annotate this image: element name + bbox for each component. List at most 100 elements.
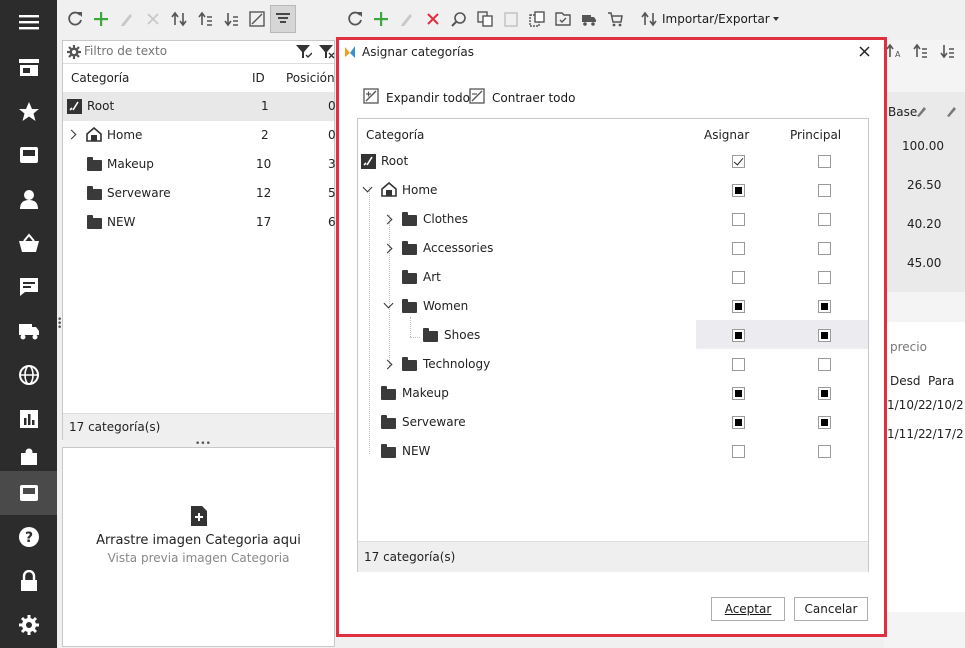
assign-checkbox[interactable] <box>732 329 745 342</box>
customer-icon[interactable] <box>0 177 57 221</box>
column-header-id[interactable]: ID <box>252 71 265 85</box>
assign-row-new[interactable]: NEW <box>358 437 868 466</box>
refresh-icon[interactable] <box>62 5 88 33</box>
delete-icon[interactable] <box>140 5 166 33</box>
filter-toggle-icon[interactable] <box>270 5 296 33</box>
basket-icon[interactable] <box>0 221 57 265</box>
principal-checkbox[interactable] <box>818 271 831 284</box>
settings-gear-icon[interactable] <box>0 603 57 647</box>
tree-row-home[interactable]: Home 2 0 <box>63 121 336 150</box>
column-header-category[interactable]: Categoría <box>71 71 129 85</box>
expand-all-button[interactable]: Expandir todo <box>363 88 470 107</box>
globe-icon[interactable] <box>0 353 57 397</box>
collapse-all-button[interactable]: Contraer todo <box>469 88 575 107</box>
principal-checkbox[interactable] <box>818 213 831 226</box>
chevron-right-icon[interactable] <box>382 243 393 254</box>
assign-row-root[interactable]: Root <box>358 147 868 176</box>
assign-row-home[interactable]: Home <box>358 176 868 205</box>
close-icon[interactable] <box>859 46 870 60</box>
move-down-icon[interactable] <box>939 43 955 62</box>
hamburger-menu-icon[interactable] <box>0 0 57 44</box>
image-drop-panel[interactable]: Arrastre imagen Categoria aqui Vista pre… <box>62 447 335 647</box>
principal-checkbox[interactable] <box>818 300 831 313</box>
lock-icon[interactable] <box>0 559 57 603</box>
puzzle-icon[interactable] <box>0 441 57 471</box>
filter-clear-icon[interactable] <box>319 45 335 62</box>
chevron-right-icon[interactable] <box>66 129 77 140</box>
para-column-header[interactable]: Para <box>928 374 954 388</box>
star-icon[interactable] <box>0 89 57 133</box>
image-edit-icon[interactable] <box>244 5 270 33</box>
search-icon[interactable] <box>446 5 472 33</box>
chevron-right-icon[interactable] <box>382 359 393 370</box>
duplicate-icon[interactable] <box>524 5 550 33</box>
assign-checkbox[interactable] <box>732 213 745 226</box>
principal-checkbox[interactable] <box>818 242 831 255</box>
assign-checkbox[interactable] <box>732 358 745 371</box>
categories-icon[interactable] <box>0 471 57 515</box>
desd-column-header[interactable]: Desd <box>890 374 921 388</box>
import-export-menu[interactable]: Importar/Exportar <box>662 12 779 26</box>
add-icon[interactable] <box>88 5 114 33</box>
chevron-right-icon[interactable] <box>382 214 393 225</box>
paste-icon[interactable] <box>498 5 524 33</box>
cancel-button[interactable]: Cancelar <box>794 597 868 621</box>
move-up-icon[interactable] <box>192 5 218 33</box>
add-icon[interactable] <box>368 5 394 33</box>
help-icon[interactable]: ? <box>0 515 57 559</box>
principal-checkbox[interactable] <box>818 387 831 400</box>
assign-row-technology[interactable]: Technology <box>358 350 868 379</box>
assign-checkbox[interactable] <box>732 155 745 168</box>
delete-icon[interactable] <box>420 5 446 33</box>
assign-checkbox[interactable] <box>732 242 745 255</box>
gear-icon[interactable] <box>67 45 81 62</box>
move-up-icon[interactable] <box>912 43 928 62</box>
principal-checkbox[interactable] <box>818 329 831 342</box>
assign-checkbox[interactable] <box>732 416 745 429</box>
edit-icon[interactable] <box>114 5 140 33</box>
truck-check-icon[interactable] <box>576 5 602 33</box>
tree-row-serveware[interactable]: Serveware 12 5 <box>63 179 336 208</box>
assign-checkbox[interactable] <box>732 184 745 197</box>
tree-row-makeup[interactable]: Makeup 10 3 <box>63 150 336 179</box>
assign-row-shoes[interactable]: Shoes <box>358 321 868 350</box>
pencil-icon[interactable] <box>946 105 958 120</box>
assign-row-makeup[interactable]: Makeup <box>358 379 868 408</box>
assign-row-art[interactable]: Art <box>358 263 868 292</box>
text-filter-input[interactable] <box>84 43 284 59</box>
principal-checkbox[interactable] <box>818 358 831 371</box>
column-header-principal[interactable]: Principal <box>790 128 841 142</box>
assign-category-icon[interactable] <box>550 5 576 33</box>
chevron-down-icon[interactable] <box>362 182 373 193</box>
column-header-assign[interactable]: Asignar <box>704 128 749 142</box>
assign-row-serveware[interactable]: Serveware <box>358 408 868 437</box>
inbox-icon[interactable] <box>0 133 57 177</box>
assign-checkbox[interactable] <box>732 445 745 458</box>
filter-apply-icon[interactable] <box>296 45 313 62</box>
principal-checkbox[interactable] <box>818 155 831 168</box>
assign-row-women[interactable]: Women <box>358 292 868 321</box>
store-icon[interactable] <box>0 45 57 89</box>
sort-az-icon[interactable]: A <box>886 43 902 62</box>
edit-icon[interactable] <box>394 5 420 33</box>
base-column-header[interactable]: Base <box>888 105 917 119</box>
chevron-down-icon[interactable] <box>383 298 394 309</box>
comment-icon[interactable] <box>0 265 57 309</box>
principal-checkbox[interactable] <box>818 184 831 197</box>
sort-icon[interactable] <box>166 5 192 33</box>
refresh-icon[interactable] <box>342 5 368 33</box>
pencil-icon[interactable] <box>916 105 928 120</box>
assign-checkbox[interactable] <box>732 271 745 284</box>
copy-icon[interactable] <box>472 5 498 33</box>
assign-checkbox[interactable] <box>732 300 745 313</box>
vertical-splitter-handle[interactable]: • • • <box>57 316 62 333</box>
assign-row-accessories[interactable]: Accessories <box>358 234 868 263</box>
assign-checkbox[interactable] <box>732 387 745 400</box>
tree-row-root[interactable]: Root 1 0 <box>63 92 336 121</box>
column-header-category[interactable]: Categoría <box>366 128 424 142</box>
principal-checkbox[interactable] <box>818 445 831 458</box>
chart-icon[interactable] <box>0 397 57 441</box>
cart-icon[interactable] <box>602 5 628 33</box>
import-export-icon[interactable] <box>636 5 662 33</box>
truck-icon[interactable] <box>0 309 57 353</box>
